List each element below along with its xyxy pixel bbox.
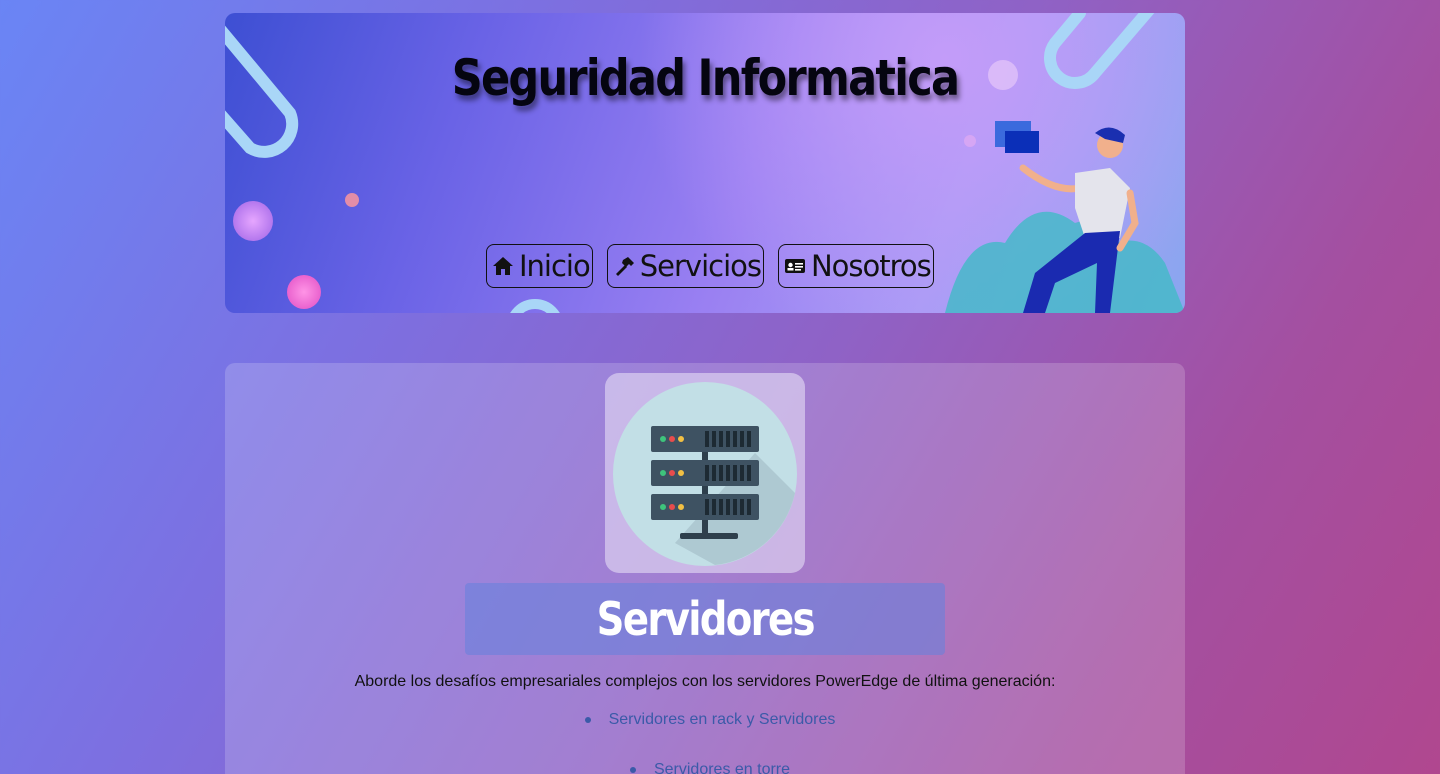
list-item-label: Servidores en rack y Servidores	[608, 711, 836, 728]
bubble-decoration	[345, 193, 359, 207]
list-item[interactable]: Servidores en rack y Servidores	[225, 708, 1185, 758]
site-title: Seguridad Informatica	[451, 49, 960, 107]
list-item[interactable]: Servidores en torre	[225, 758, 1185, 774]
hammer-icon	[612, 254, 636, 278]
id-card-icon	[783, 254, 807, 278]
home-icon	[491, 254, 515, 278]
bullet-icon	[584, 716, 591, 723]
nav-servicios-label: Servicios	[639, 249, 762, 283]
main-nav: Inicio Servicios Nosotros	[486, 244, 934, 288]
section-heading-box: Servidores	[465, 583, 945, 655]
server-list: Servidores en rack y Servidores Servidor…	[225, 708, 1185, 774]
list-item-label: Servidores en torre	[653, 761, 791, 774]
bubble-decoration	[287, 275, 321, 309]
server-icon	[613, 382, 797, 566]
bubble-decoration	[233, 201, 273, 241]
nav-inicio-button[interactable]: Inicio	[486, 244, 593, 288]
ring-decoration	[510, 299, 560, 313]
nav-nosotros-label: Nosotros	[810, 249, 932, 283]
server-image	[605, 373, 805, 573]
header-banner: Seguridad Informatica Inicio Servicios N…	[225, 13, 1185, 313]
bullet-icon	[629, 766, 636, 773]
page: Seguridad Informatica Inicio Servicios N…	[225, 13, 1185, 774]
nav-nosotros-button[interactable]: Nosotros	[777, 244, 934, 288]
service-card: Servidores Aborde los desafíos empresari…	[225, 363, 1185, 774]
person-illustration	[945, 121, 1185, 313]
section-heading: Servidores	[596, 592, 815, 646]
nav-inicio-label: Inicio	[519, 249, 591, 283]
nav-servicios-button[interactable]: Servicios	[606, 244, 764, 288]
section-intro: Aborde los desafíos empresariales comple…	[354, 673, 1056, 690]
